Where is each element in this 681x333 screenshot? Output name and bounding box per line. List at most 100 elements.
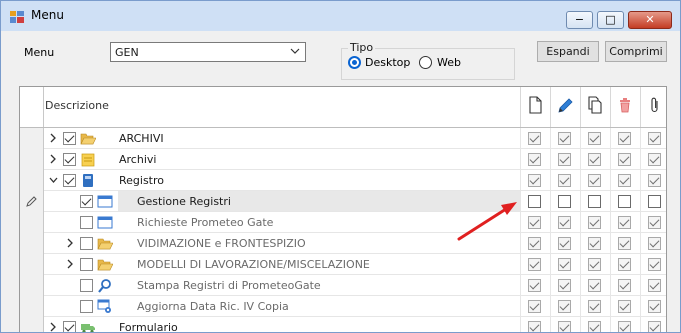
permission-checkbox-edit-pencil[interactable] [558,237,571,250]
permission-checkbox-edit-pencil[interactable] [558,216,571,229]
permission-checkbox-delete-trash[interactable] [618,153,631,166]
collapse-button[interactable]: Comprimi [605,41,667,62]
permission-checkbox-edit-pencil[interactable] [558,300,571,313]
chevron-right-icon[interactable] [49,321,58,332]
radio-desktop-label[interactable]: Desktop [365,56,410,69]
permission-checkbox-attachment-paperclip[interactable] [648,321,661,332]
permission-checkbox-copy[interactable] [588,153,601,166]
permission-checkbox-attachment-paperclip[interactable] [648,153,661,166]
permission-checkbox-delete-trash[interactable] [618,174,631,187]
tree-row[interactable]: Stampa Registri di PrometeoGate [20,275,666,296]
tree-checkbox[interactable] [80,300,93,313]
tree-row[interactable]: Archivi [20,149,666,170]
permission-checkbox-edit-pencil[interactable] [558,195,571,208]
chevron-right-icon[interactable] [49,153,58,165]
tree-checkbox[interactable] [63,132,76,145]
permission-checkbox-attachment-paperclip[interactable] [648,174,661,187]
tree-checkbox[interactable] [80,279,93,292]
chevron-right-icon[interactable] [66,237,75,249]
radio-web-label[interactable]: Web [437,56,461,69]
permission-checkbox-delete-trash[interactable] [618,258,631,271]
permission-checkbox-new-document[interactable] [528,132,541,145]
radio-desktop[interactable] [348,56,361,69]
chevron-right-icon[interactable] [66,258,75,270]
row-selector[interactable] [20,233,44,254]
permission-checkbox-delete-trash[interactable] [618,216,631,229]
maximize-button[interactable]: □ [597,11,624,29]
row-selector[interactable] [20,191,44,212]
new-document-icon[interactable] [526,95,544,115]
tree-row[interactable]: Richieste Prometeo Gate [20,212,666,233]
permission-checkbox-edit-pencil[interactable] [558,258,571,271]
tree-checkbox[interactable] [63,153,76,166]
row-selector[interactable] [20,296,44,317]
row-selector[interactable] [20,275,44,296]
tree-row[interactable]: Registro [20,170,666,191]
permission-checkbox-attachment-paperclip[interactable] [648,279,661,292]
permission-checkbox-new-document[interactable] [528,153,541,166]
permission-checkbox-new-document[interactable] [528,321,541,332]
tree-checkbox[interactable] [80,195,93,208]
row-selector[interactable] [20,128,44,149]
radio-web[interactable] [419,56,432,69]
permission-checkbox-copy[interactable] [588,237,601,250]
permission-checkbox-delete-trash[interactable] [618,195,631,208]
permission-checkbox-attachment-paperclip[interactable] [648,195,661,208]
permission-checkbox-delete-trash[interactable] [618,321,631,332]
permission-checkbox-edit-pencil[interactable] [558,279,571,292]
row-selector[interactable] [20,149,44,170]
permission-checkbox-attachment-paperclip[interactable] [648,237,661,250]
tree-row[interactable]: ARCHIVI [20,128,666,149]
permission-checkbox-delete-trash[interactable] [618,132,631,145]
permission-checkbox-delete-trash[interactable] [618,279,631,292]
permission-checkbox-attachment-paperclip[interactable] [648,258,661,271]
permission-checkbox-copy[interactable] [588,258,601,271]
permission-checkbox-new-document[interactable] [528,174,541,187]
row-selector[interactable] [20,317,44,332]
permission-checkbox-delete-trash[interactable] [618,300,631,313]
attachment-paperclip-icon[interactable] [646,95,664,115]
permission-checkbox-new-document[interactable] [528,258,541,271]
tree-row[interactable]: MODELLI DI LAVORAZIONE/MISCELAZIONE [20,254,666,275]
tree-row[interactable]: Formulario [20,317,666,332]
tree-checkbox[interactable] [63,321,76,332]
close-button[interactable]: ✕ [628,11,672,29]
permission-checkbox-attachment-paperclip[interactable] [648,216,661,229]
permission-checkbox-edit-pencil[interactable] [558,153,571,166]
tree-checkbox[interactable] [80,216,93,229]
delete-trash-icon[interactable] [616,95,634,115]
permission-checkbox-new-document[interactable] [528,216,541,229]
tree-checkbox[interactable] [63,174,76,187]
copy-icon[interactable] [586,95,604,115]
permission-checkbox-new-document[interactable] [528,195,541,208]
permission-checkbox-attachment-paperclip[interactable] [648,132,661,145]
permission-checkbox-copy[interactable] [588,321,601,332]
minimize-button[interactable]: − [566,11,593,29]
permission-checkbox-new-document[interactable] [528,300,541,313]
menu-combo[interactable]: GEN [110,42,306,62]
tree-checkbox[interactable] [80,258,93,271]
permission-checkbox-edit-pencil[interactable] [558,321,571,332]
chevron-right-icon[interactable] [49,132,58,144]
permission-checkbox-edit-pencil[interactable] [558,174,571,187]
permission-checkbox-copy[interactable] [588,174,601,187]
tree-row[interactable]: Aggiorna Data Ric. IV Copia [20,296,666,317]
row-selector[interactable] [20,212,44,233]
tree-row[interactable]: Gestione Registri [20,191,666,212]
permission-checkbox-copy[interactable] [588,216,601,229]
permission-checkbox-copy[interactable] [588,132,601,145]
expand-button[interactable]: Espandi [537,41,599,62]
row-selector[interactable] [20,170,44,191]
permission-checkbox-copy[interactable] [588,300,601,313]
permission-checkbox-new-document[interactable] [528,237,541,250]
row-selector[interactable] [20,254,44,275]
permission-checkbox-copy[interactable] [588,279,601,292]
permission-checkbox-delete-trash[interactable] [618,237,631,250]
chevron-down-icon[interactable] [49,174,58,186]
tree-checkbox[interactable] [80,237,93,250]
permission-checkbox-copy[interactable] [588,195,601,208]
permission-checkbox-new-document[interactable] [528,279,541,292]
permission-checkbox-attachment-paperclip[interactable] [648,300,661,313]
edit-pencil-icon[interactable] [556,95,574,115]
permission-checkbox-edit-pencil[interactable] [558,132,571,145]
